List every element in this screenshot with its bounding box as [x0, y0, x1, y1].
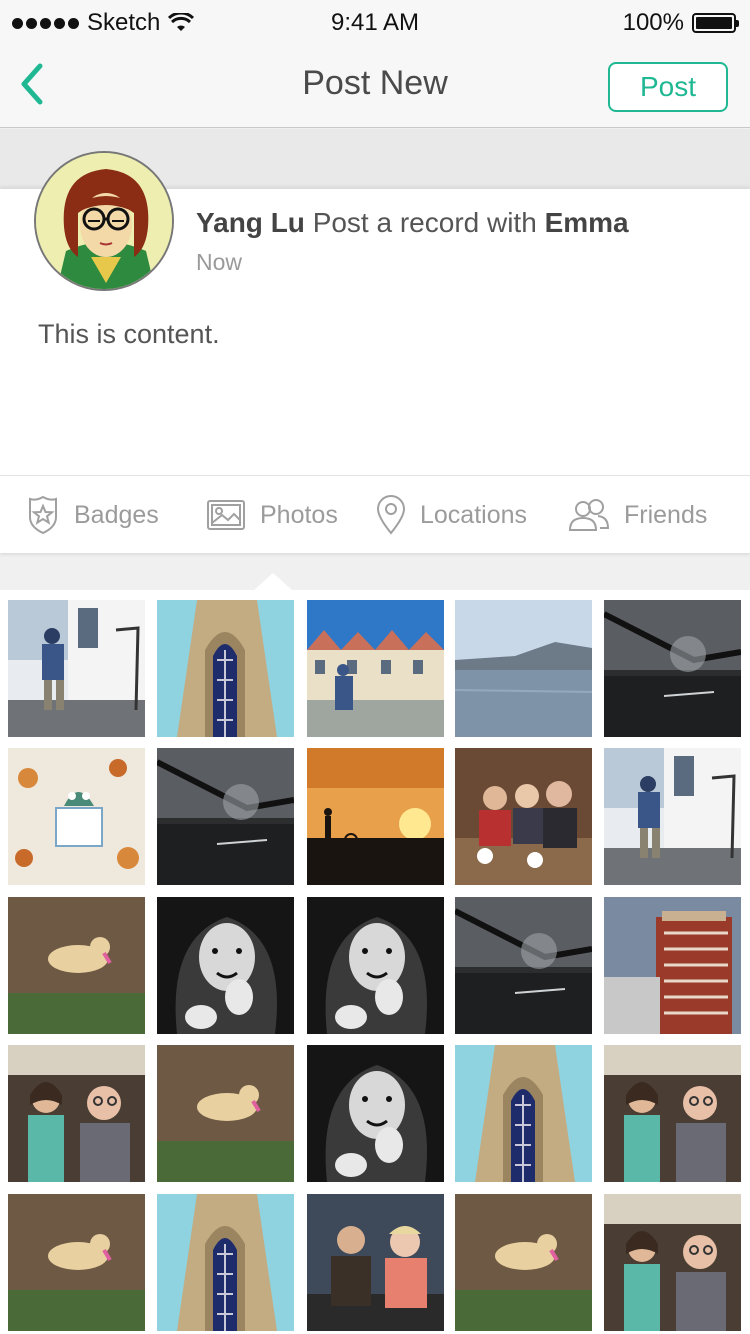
tab-friends-label: Friends: [624, 500, 708, 529]
photo-thumbnail[interactable]: [455, 1194, 592, 1331]
photo-thumbnail[interactable]: [455, 1045, 592, 1182]
post-content[interactable]: This is content.: [38, 319, 220, 350]
photo-thumbnail[interactable]: [307, 1045, 444, 1182]
post-timestamp: Now: [196, 249, 243, 275]
photo-thumbnail[interactable]: [8, 748, 145, 885]
photo-thumbnail[interactable]: [604, 1045, 741, 1182]
battery-icon: [692, 13, 739, 33]
post-header-line: Yang Lu Post a record with Emma: [196, 207, 629, 239]
photo-thumbnail[interactable]: [8, 1045, 145, 1182]
tab-friends[interactable]: Friends: [568, 476, 707, 554]
photo-thumbnail[interactable]: [8, 600, 145, 737]
author-name[interactable]: Yang Lu: [196, 207, 305, 238]
badge-icon: [29, 495, 57, 535]
tab-locations[interactable]: Locations: [376, 476, 527, 554]
photo-thumbnail[interactable]: [307, 600, 444, 737]
tab-badges[interactable]: Badges: [26, 476, 159, 554]
photo-thumbnail[interactable]: [8, 1194, 145, 1331]
tab-photos-label: Photos: [260, 500, 338, 529]
photo-thumbnail[interactable]: [157, 600, 294, 737]
avatar[interactable]: [34, 151, 174, 291]
battery-group: 100%: [622, 9, 739, 37]
attachment-tabs: Badges Photos Locations Friends: [0, 475, 750, 553]
photo-thumbnail[interactable]: [604, 748, 741, 885]
post-button[interactable]: Post: [608, 62, 728, 112]
tab-photos[interactable]: Photos: [206, 476, 338, 554]
photo-thumbnail[interactable]: [604, 600, 741, 737]
tab-badges-label: Badges: [74, 500, 159, 529]
photo-thumbnail[interactable]: [307, 1194, 444, 1331]
photo-thumbnail[interactable]: [455, 897, 592, 1034]
photo-thumbnail[interactable]: [604, 1194, 741, 1331]
location-pin-icon: [376, 495, 406, 535]
photo-thumbnail[interactable]: [157, 897, 294, 1034]
tab-locations-label: Locations: [420, 500, 528, 529]
photo-thumbnail[interactable]: [307, 748, 444, 885]
photo-thumbnail[interactable]: [455, 748, 592, 885]
photo-thumbnail[interactable]: [604, 897, 741, 1034]
post-card: Yang Lu Post a record with Emma Now This…: [0, 151, 750, 475]
photo-thumbnail[interactable]: [8, 897, 145, 1034]
friends-icon: [568, 499, 610, 531]
navigation-bar: Post New Post: [0, 40, 750, 128]
status-bar: Sketch 9:41 AM 100%: [0, 0, 750, 40]
photo-thumbnail[interactable]: [157, 748, 294, 885]
photo-icon: [207, 500, 245, 530]
active-tab-indicator: [253, 573, 293, 591]
battery-percent: 100%: [622, 9, 684, 36]
photo-thumbnail[interactable]: [455, 600, 592, 737]
photo-thumbnail[interactable]: [157, 1045, 294, 1182]
tagged-user-name[interactable]: Emma: [545, 207, 629, 238]
photo-thumbnail[interactable]: [307, 897, 444, 1034]
photo-thumbnail[interactable]: [157, 1194, 294, 1331]
post-action-text: Post a record with: [312, 207, 537, 238]
